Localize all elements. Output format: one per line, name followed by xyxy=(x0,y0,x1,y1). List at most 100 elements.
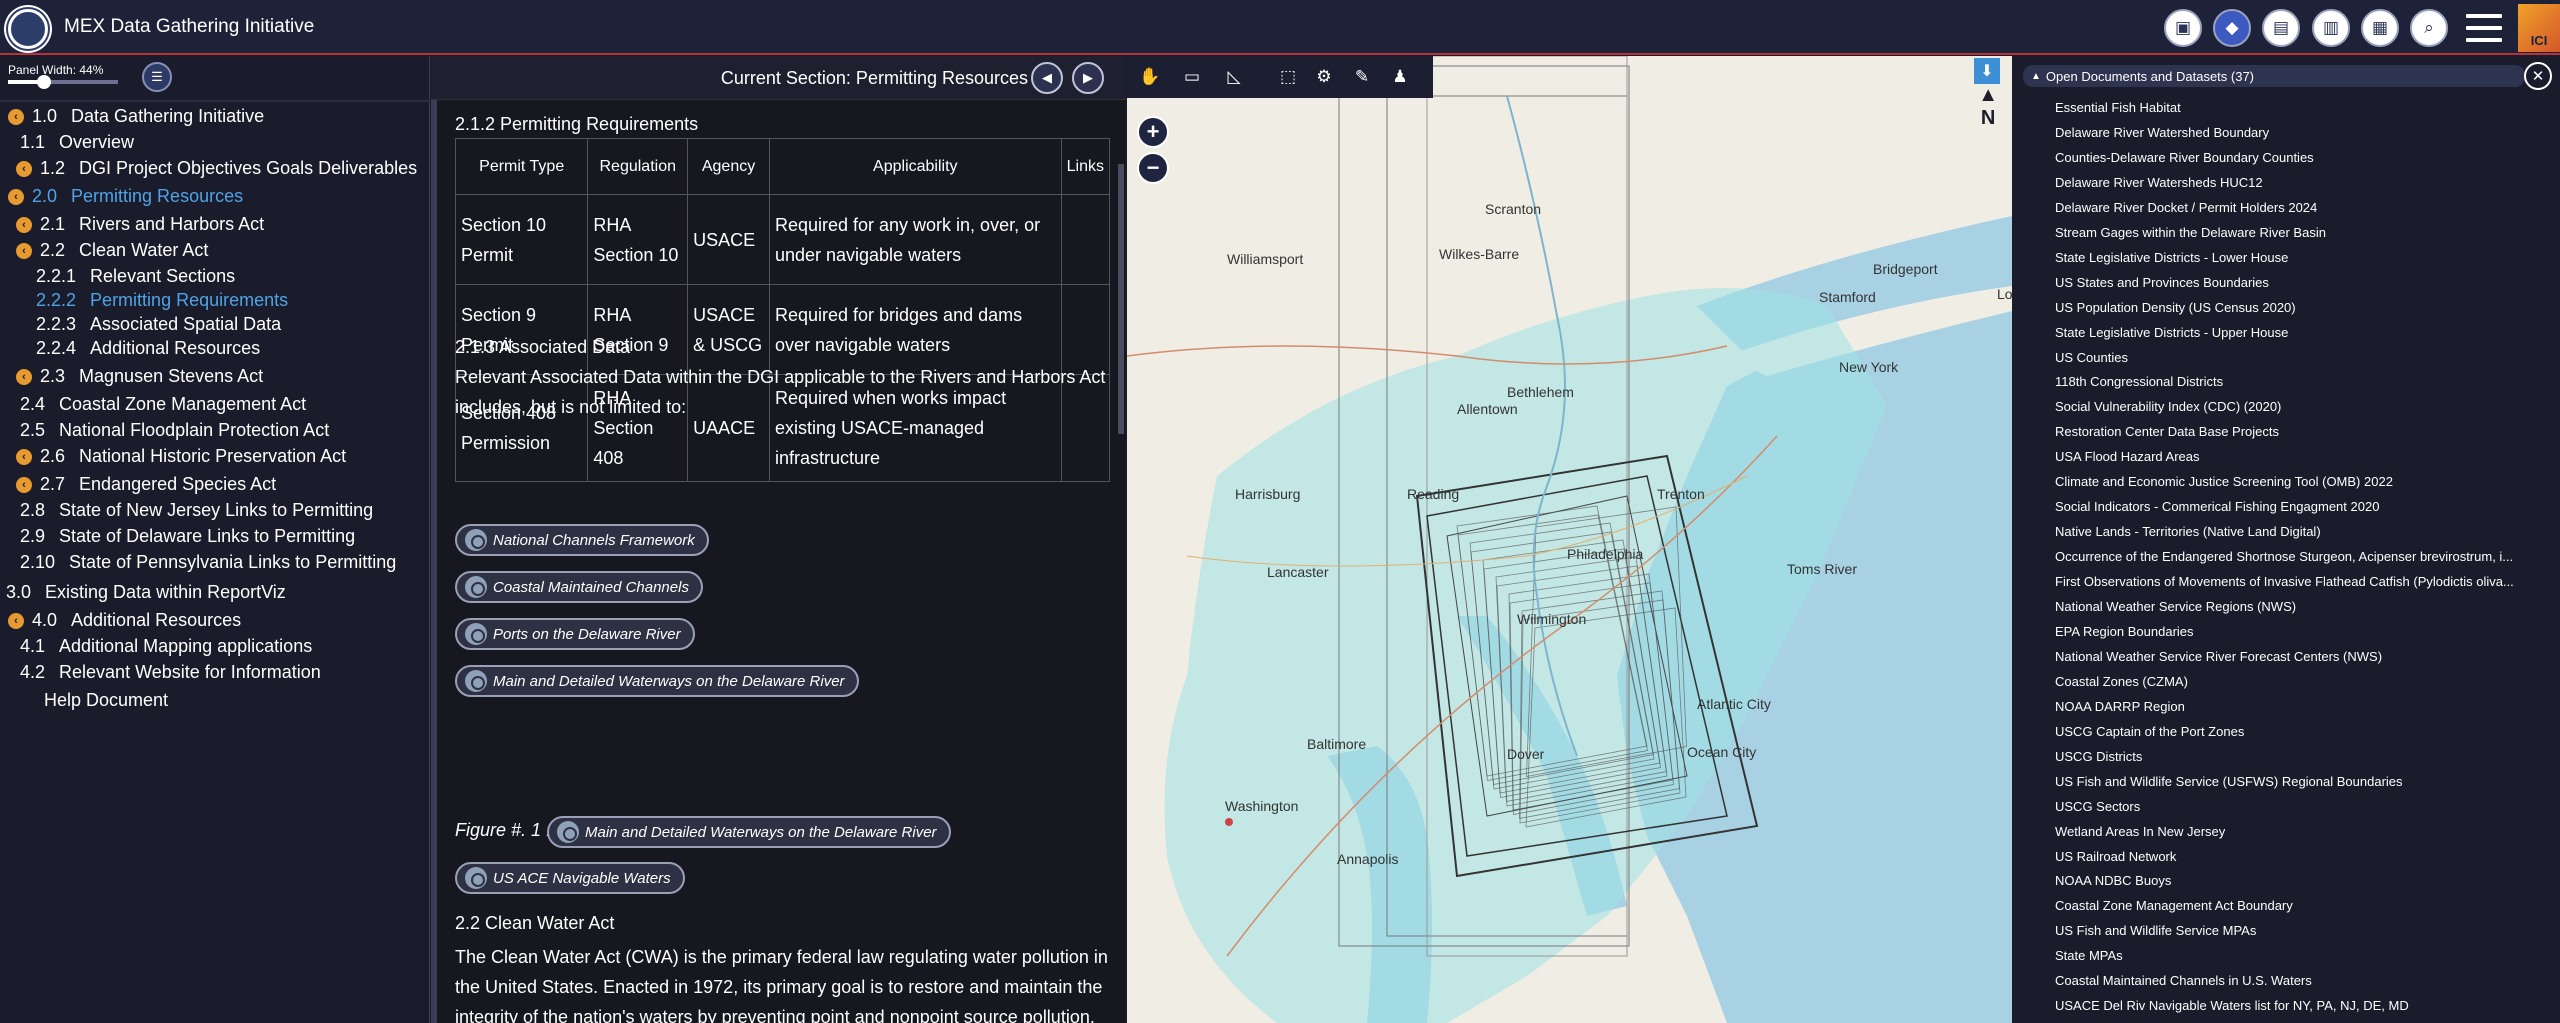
panel-width-slider[interactable] xyxy=(8,75,118,89)
toc-item[interactable]: 2.2.1 Relevant Sections xyxy=(36,266,235,287)
toc-item[interactable]: 2.8 State of New Jersey Links to Permitti… xyxy=(20,500,373,521)
document-list-item[interactable]: State MPAs xyxy=(2055,948,2517,970)
close-icon[interactable]: ✕ xyxy=(2524,62,2552,90)
document-list-item[interactable]: USCG Captain of the Port Zones xyxy=(2055,724,2517,746)
document-list-item[interactable]: State Legislative Districts - Upper Hous… xyxy=(2055,325,2517,347)
map-canvas[interactable] xyxy=(1127,56,2012,1023)
chevron-icon[interactable]: ‹ xyxy=(8,188,24,205)
chart-icon[interactable]: ▣ xyxy=(2164,9,2202,47)
document-list-item[interactable]: NOAA NDBC Buoys xyxy=(2055,873,2517,895)
zoom-in-button[interactable]: + xyxy=(1137,116,1169,148)
toc-item[interactable]: 4.2 Relevant Website for Information xyxy=(20,662,321,683)
columns-icon[interactable]: ▥ xyxy=(2312,9,2350,47)
chevron-icon[interactable]: ‹ xyxy=(16,476,32,493)
toc-item[interactable]: Help Document xyxy=(30,690,168,711)
document-list-item[interactable]: Counties-Delaware River Boundary Countie… xyxy=(2055,150,2517,172)
panel-width-slider-thumb[interactable] xyxy=(36,75,51,89)
document-list-item[interactable]: National Weather Service Regions (NWS) xyxy=(2055,599,2517,621)
map-download-icon[interactable]: ⬇ xyxy=(1974,58,2000,84)
content-scrollbar[interactable] xyxy=(1118,164,1124,434)
document-list-item[interactable]: National Weather Service River Forecast … xyxy=(2055,649,2517,671)
dataset-pill[interactable]: Ports on the Delaware River xyxy=(455,618,695,650)
document-list-item[interactable]: First Observations of Movements of Invas… xyxy=(2055,574,2517,596)
document-list-item[interactable]: USCG Sectors xyxy=(2055,799,2517,821)
next-section-button[interactable]: ▶ xyxy=(1072,62,1104,94)
chevron-icon[interactable]: ‹ xyxy=(16,368,32,385)
chevron-icon[interactable]: ‹ xyxy=(8,612,24,629)
figure-link-pill[interactable]: Main and Detailed Waterways on the Delaw… xyxy=(547,816,951,848)
previous-section-button[interactable]: ◀ xyxy=(1031,62,1063,94)
toc-item[interactable]: ‹ 2.1 Rivers and Harbors Act xyxy=(16,214,264,235)
toc-item[interactable]: ‹ 1.0 Data Gathering Initiative xyxy=(8,106,264,127)
document-list-item[interactable]: Coastal Zones (CZMA) xyxy=(2055,674,2517,696)
chevron-icon[interactable]: ‹ xyxy=(16,160,32,177)
table-icon[interactable]: ▦ xyxy=(2361,9,2399,47)
document-list-item[interactable]: 118th Congressional Districts xyxy=(2055,374,2517,396)
document-list-item[interactable]: USACE Del Riv Navigable Waters list for … xyxy=(2055,998,2517,1020)
toc-item[interactable]: 1.1 Overview xyxy=(20,132,134,153)
toc-item[interactable]: 2.10 State of Pennsylvania Links to Permi… xyxy=(20,552,396,573)
open-documents-header[interactable]: ▲ Open Documents and Datasets (37) xyxy=(2023,65,2525,87)
draw-pen-icon[interactable]: ✎ xyxy=(1347,62,1377,92)
toc-item[interactable]: 4.1 Additional Mapping applications xyxy=(20,636,312,657)
chevron-icon[interactable]: ‹ xyxy=(8,108,24,125)
hamburger-menu-icon[interactable] xyxy=(2466,14,2502,42)
street-view-person-icon[interactable]: ♟ xyxy=(1385,62,1415,92)
document-list-item[interactable]: US States and Provinces Boundaries xyxy=(2055,275,2517,297)
toc-item[interactable]: ‹ 2.2 Clean Water Act xyxy=(16,240,208,261)
toc-item[interactable]: ‹ 4.0 Additional Resources xyxy=(8,610,241,631)
measure-icon[interactable]: ▭ xyxy=(1177,62,1207,92)
document-list-item[interactable]: USA Flood Hazard Areas xyxy=(2055,449,2517,471)
document-list-item[interactable]: Occurrence of the Endangered Shortnose S… xyxy=(2055,549,2517,571)
document-list-item[interactable]: Essential Fish Habitat xyxy=(2055,100,2517,122)
pan-hand-icon[interactable]: ✋ xyxy=(1135,62,1165,92)
layers-icon[interactable]: ◆ xyxy=(2213,9,2251,47)
panel-list-toggle-button[interactable]: ☰ xyxy=(142,62,172,92)
document-list-item[interactable]: EPA Region Boundaries xyxy=(2055,624,2517,646)
document-list-item[interactable]: Stream Gages within the Delaware River B… xyxy=(2055,225,2517,247)
toc-item[interactable]: ‹ 2.6 National Historic Preservation Act xyxy=(16,446,346,467)
document-list-item[interactable]: Delaware River Watershed Boundary xyxy=(2055,125,2517,147)
select-icon[interactable]: ⬚ xyxy=(1273,62,1303,92)
zoom-out-button[interactable]: − xyxy=(1137,152,1169,184)
toc-item[interactable]: 2.4 Coastal Zone Management Act xyxy=(20,394,306,415)
document-list-item[interactable]: Social Indicators - Commerical Fishing E… xyxy=(2055,499,2517,521)
document-list-item[interactable]: US Fish and Wildlife Service MPAs xyxy=(2055,923,2517,945)
document-list-item[interactable]: Coastal Maintained Channels in U.S. Wate… xyxy=(2055,973,2517,995)
chevron-icon[interactable]: ‹ xyxy=(16,216,32,233)
toc-item[interactable]: 2.2.3 Associated Spatial Data xyxy=(36,314,281,335)
toc-item[interactable]: 2.2.4 Additional Resources xyxy=(36,338,260,359)
search-icon[interactable]: ⌕ xyxy=(2410,9,2448,47)
chevron-icon[interactable]: ‹ xyxy=(16,448,32,465)
toc-item[interactable]: 2.9 State of Delaware Links to Permitting xyxy=(20,526,355,547)
document-list-item[interactable]: NOAA DARRP Region xyxy=(2055,699,2517,721)
document-list-item[interactable]: Wetland Areas In New Jersey xyxy=(2055,824,2517,846)
dataset-pill[interactable]: Coastal Maintained Channels xyxy=(455,571,703,603)
dataset-pill[interactable]: Main and Detailed Waterways on the Delaw… xyxy=(455,665,859,697)
document-list-item[interactable]: US Population Density (US Census 2020) xyxy=(2055,300,2517,322)
document-list-item[interactable]: Coastal Zone Management Act Boundary xyxy=(2055,898,2517,920)
document-list-item[interactable]: Restoration Center Data Base Projects xyxy=(2055,424,2517,446)
dataset-pill[interactable]: National Channels Framework xyxy=(455,524,709,556)
document-list-item[interactable]: US Fish and Wildlife Service (USFWS) Reg… xyxy=(2055,774,2517,796)
ici-badge[interactable]: ICI xyxy=(2518,4,2560,52)
document-list-item[interactable]: State Legislative Districts - Lower Hous… xyxy=(2055,250,2517,272)
document-list-item[interactable]: Native Lands - Territories (Native Land … xyxy=(2055,524,2517,546)
toc-item[interactable]: ‹ 2.7 Endangered Species Act xyxy=(16,474,276,495)
toc-item[interactable]: 2.5 National Floodplain Protection Act xyxy=(20,420,329,441)
document-list-item[interactable]: Delaware River Watersheds HUC12 xyxy=(2055,175,2517,197)
chevron-icon[interactable]: ‹ xyxy=(16,242,32,259)
document-list-item[interactable]: US Railroad Network xyxy=(2055,849,2517,871)
document-list-item[interactable]: USCG Districts xyxy=(2055,749,2517,771)
document-list-item[interactable]: Social Vulnerability Index (CDC) (2020) xyxy=(2055,399,2517,421)
toc-item[interactable]: ‹ 2.0 Permitting Resources xyxy=(8,186,243,207)
document-list-item[interactable]: US Counties xyxy=(2055,350,2517,372)
toc-item[interactable]: ‹ 1.2 DGI Project Objectives Goals Deliver… xyxy=(16,158,417,179)
settings-gear-icon[interactable]: ⚙ xyxy=(1309,62,1339,92)
toc-item[interactable]: 3.0 Existing Data within ReportViz xyxy=(6,582,286,603)
document-pill[interactable]: US ACE Navigable Waters xyxy=(455,862,685,894)
document-list-item[interactable]: Climate and Economic Justice Screening T… xyxy=(2055,474,2517,496)
toc-item[interactable]: 2.2.2 Permitting Requirements xyxy=(36,290,288,311)
map-view[interactable]: ✋ ▭ ◺ ⬚ ⚙ ✎ ♟ + − ▲ N ⬇ Williamsport Wilke… xyxy=(1127,56,2012,1023)
toc-item[interactable]: ‹ 2.3 Magnusen Stevens Act xyxy=(16,366,263,387)
